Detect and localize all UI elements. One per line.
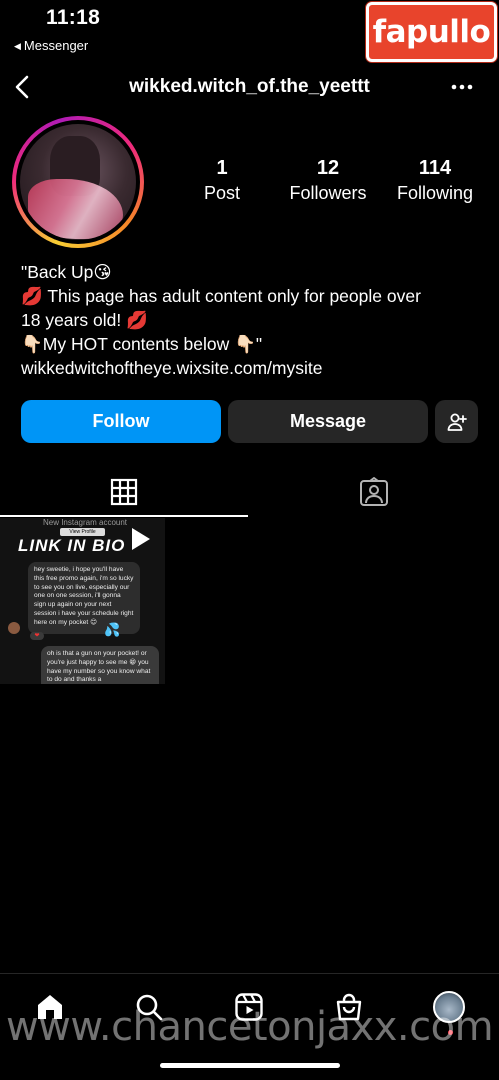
- home-indicator[interactable]: [160, 1063, 340, 1068]
- reel-play-icon: [132, 528, 150, 550]
- bio-line: 18 years old! 💋: [21, 310, 148, 330]
- profile-bio: "Back Up😘 💋 This page has adult content …: [21, 260, 481, 380]
- chat-avatar: [8, 622, 20, 634]
- droplets-emoji: 💦: [104, 622, 121, 637]
- profile-tabs: [0, 468, 499, 518]
- bio-line: "Back Up😘: [21, 262, 112, 282]
- stat-following[interactable]: 114 Following: [385, 157, 485, 204]
- bio-line: 💋 This page has adult content only for p…: [21, 286, 421, 306]
- follow-button[interactable]: Follow: [21, 400, 221, 443]
- stat-followers[interactable]: 12 Followers: [278, 157, 378, 204]
- back-triangle-icon: ◀: [14, 41, 21, 51]
- message-button[interactable]: Message: [228, 400, 428, 443]
- grid-icon: [110, 478, 138, 506]
- tagged-person-icon: [360, 477, 388, 506]
- bio-line: 👇🏻My HOT contents below 👇🏻": [21, 334, 263, 354]
- post-header-text: New Instagram account: [42, 518, 128, 527]
- stat-followers-value: 12: [316, 157, 340, 179]
- stat-posts[interactable]: 1 Post: [172, 157, 272, 204]
- post-header-button: View Profile: [60, 528, 105, 536]
- post-title: LINK IN BIO: [18, 536, 126, 555]
- suggested-users-button[interactable]: [435, 400, 478, 443]
- tab-posts-grid[interactable]: [0, 468, 248, 516]
- active-tab-indicator: [0, 515, 248, 517]
- brand-watermark-text: fapullo: [372, 14, 491, 50]
- post-thumbnail[interactable]: New Instagram account View Profile LINK …: [0, 518, 165, 684]
- stat-posts-label: Post: [203, 183, 241, 203]
- brand-watermark: fapullo: [366, 2, 497, 62]
- avatar: [20, 124, 136, 240]
- post-message-bubble: hey sweetie, i hope you'll have this fre…: [28, 562, 140, 634]
- add-person-icon: [447, 413, 467, 431]
- back-to-app-link[interactable]: ◀ Messenger: [14, 38, 88, 53]
- bio-website-link[interactable]: wikkedwitchoftheye.wixsite.com/mysite: [21, 356, 481, 380]
- story-avatar[interactable]: [12, 116, 144, 248]
- more-horizontal-icon[interactable]: [449, 74, 475, 100]
- stat-posts-value: 1: [216, 157, 228, 179]
- heart-reaction: ❤: [30, 632, 44, 640]
- profile-header: wikked.witch_of.the_yeettt: [0, 68, 499, 108]
- tab-tagged[interactable]: [249, 468, 499, 516]
- url-watermark: www.chancetonjaxx.com: [5, 1004, 494, 1050]
- avatar-gap: [16, 120, 140, 244]
- avatar-cloth: [28, 179, 123, 239]
- back-app-label: Messenger: [23, 38, 89, 53]
- stat-followers-label: Followers: [289, 183, 367, 203]
- status-time: 11:18: [46, 6, 101, 29]
- stat-following-value: 114: [418, 157, 452, 179]
- stat-following-label: Following: [396, 183, 474, 203]
- post-reply-bubble: oh is that a gun on your pocket! or you'…: [41, 646, 159, 684]
- profile-username: wikked.witch_of.the_yeettt: [129, 76, 370, 97]
